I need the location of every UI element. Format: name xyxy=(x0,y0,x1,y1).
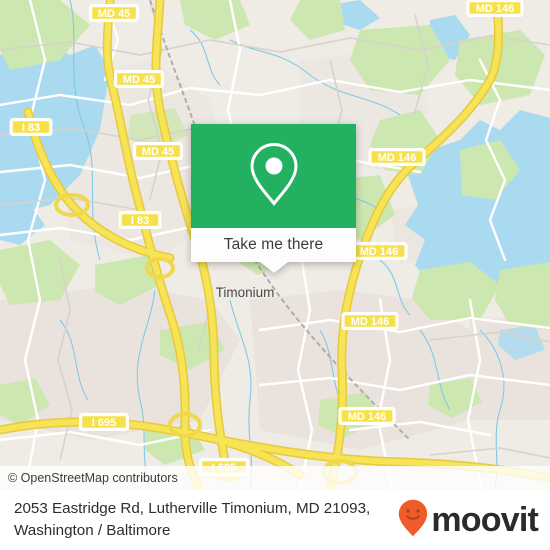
road-shield: MD 146 xyxy=(368,148,426,166)
map-pin-icon xyxy=(247,141,301,212)
callout-header xyxy=(191,124,356,228)
road-shield: I 83 xyxy=(118,211,162,229)
destination-callout[interactable]: Take me there xyxy=(191,124,356,273)
road-shield-label: MD 146 xyxy=(476,3,515,15)
take-me-there-label: Take me there xyxy=(223,236,324,253)
road-shield-label: MD 45 xyxy=(142,146,174,158)
road-shield: MD 45 xyxy=(89,4,139,22)
road-shield-label: MD 146 xyxy=(348,411,387,423)
road-shield: I 695 xyxy=(79,413,129,431)
callout-tail xyxy=(259,262,288,273)
place-label: Timonium xyxy=(216,285,275,300)
road-shield-label: MD 146 xyxy=(351,316,390,328)
moovit-smiley-pin-icon xyxy=(398,499,428,542)
road-shield: MD 146 xyxy=(338,407,396,425)
road-shield: MD 146 xyxy=(350,242,408,260)
road-shield-label: MD 146 xyxy=(360,246,399,258)
road-shield: MD 45 xyxy=(133,142,183,160)
footer-bar: 2053 Eastridge Rd, Lutherville Timonium,… xyxy=(0,490,550,550)
road-shield-label: MD 45 xyxy=(123,74,155,86)
address-line-1: 2053 Eastridge Rd, Lutherville Timonium,… xyxy=(14,500,371,517)
road-shield-label: MD 146 xyxy=(378,152,417,164)
map-page: MD 45 MD 146 MD 45 I 83 MD 45 MD 146 I 83 MD 14… xyxy=(0,0,550,550)
road-shield-label: I 83 xyxy=(131,215,149,227)
road-shield: I 83 xyxy=(9,118,53,136)
road-shield: MD 146 xyxy=(341,312,399,330)
address-line-2: Washington / Baltimore xyxy=(14,522,171,539)
road-shield: MD 45 xyxy=(114,70,164,88)
moovit-logo[interactable]: moovit xyxy=(398,499,542,542)
moovit-wordmark: moovit xyxy=(431,501,538,539)
road-shield-label: MD 45 xyxy=(98,8,130,20)
address-block: 2053 Eastridge Rd, Lutherville Timonium,… xyxy=(14,498,398,542)
take-me-there-button[interactable]: Take me there xyxy=(191,228,356,262)
road-shield-label: I 695 xyxy=(92,417,116,429)
road-shield: MD 146 xyxy=(466,0,524,17)
osm-attribution: © OpenStreetMap contributors xyxy=(0,466,550,490)
road-shield-label: I 83 xyxy=(22,122,40,134)
map-place-labels: Timonium xyxy=(216,285,275,300)
